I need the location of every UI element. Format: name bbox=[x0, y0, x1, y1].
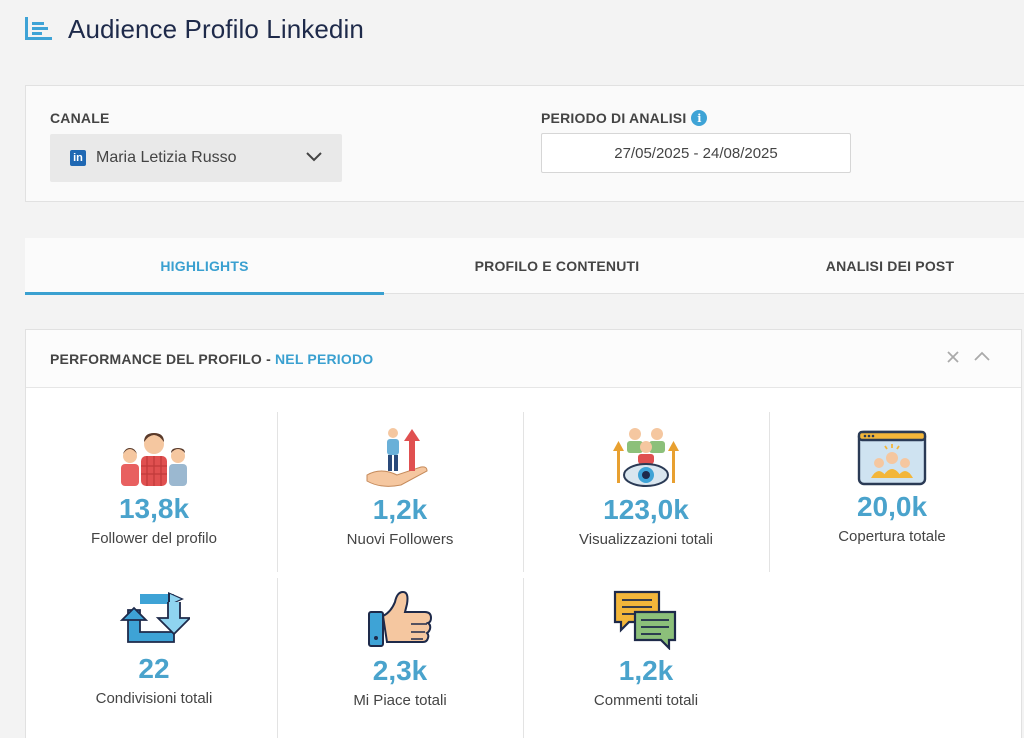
kpi-value: 1,2k bbox=[618, 655, 674, 686]
channel-label: CANALE bbox=[50, 110, 110, 126]
kpi-followers: 13,8k Follower del profilo bbox=[31, 430, 277, 547]
chevron-down-icon bbox=[306, 152, 322, 162]
kpi-label: Mi Piace totali bbox=[353, 692, 447, 709]
kpi-reach: 20,0k Copertura totale bbox=[769, 430, 1015, 545]
panel-header: PERFORMANCE DEL PROFILO - NEL PERIODO bbox=[26, 330, 1021, 388]
channel-select-value: Maria Letizia Russo bbox=[96, 149, 237, 166]
people-group-icon bbox=[121, 433, 187, 486]
kpi-value: 123,0k bbox=[603, 494, 689, 525]
period-label: PERIODO DI ANALISI bbox=[541, 110, 687, 126]
kpi-label: Commenti totali bbox=[593, 692, 699, 709]
kpi-views: 123,0k Visualizzazioni totali bbox=[523, 425, 769, 548]
page-title: Audience Profilo Linkedin bbox=[68, 13, 364, 44]
growth-hand-icon bbox=[366, 428, 428, 487]
kpi-value: 2,3k bbox=[372, 655, 428, 686]
close-icon[interactable] bbox=[945, 349, 961, 365]
page-header: Audience Profilo Linkedin bbox=[24, 14, 364, 44]
kpi-label: Copertura totale bbox=[838, 528, 946, 545]
info-icon[interactable]: i bbox=[691, 110, 708, 126]
kpi-label: Follower del profilo bbox=[91, 530, 217, 547]
kpi-label: Condivisioni totali bbox=[95, 690, 213, 707]
tab-analisi-dei-post[interactable]: ANALISI DEI POST bbox=[730, 238, 1024, 294]
kpi-value: 22 bbox=[138, 653, 170, 684]
date-range-input[interactable]: 27/05/2025 - 24/08/2025 bbox=[541, 133, 851, 173]
comments-icon bbox=[613, 590, 677, 650]
kpi-value: 1,2k bbox=[372, 494, 428, 525]
kpi-value: 20,0k bbox=[856, 491, 928, 522]
share-arrows-icon bbox=[119, 592, 190, 643]
linkedin-icon: in bbox=[70, 150, 86, 166]
tab-profilo-e-contenuti[interactable]: PROFILO E CONTENUTI bbox=[384, 238, 730, 294]
eye-views-icon bbox=[613, 428, 679, 487]
tabs-bar: HIGHLIGHTS PROFILO E CONTENUTI ANALISI D… bbox=[25, 238, 1024, 295]
filters-bar: CANALE PERIODO DI ANALISI i in Maria Let… bbox=[25, 85, 1024, 202]
thumbs-up-icon bbox=[368, 590, 433, 647]
panel-subtitle: NEL PERIODO bbox=[274, 350, 374, 367]
kpi-label: Visualizzazioni totali bbox=[579, 531, 713, 548]
panel-title: PERFORMANCE DEL PROFILO - bbox=[50, 350, 271, 367]
audience-reach-icon bbox=[857, 430, 927, 486]
kpi-label: Nuovi Followers bbox=[346, 531, 454, 548]
tab-highlights[interactable]: HIGHLIGHTS bbox=[25, 238, 384, 295]
period-label-wrap: PERIODO DI ANALISI i bbox=[541, 110, 708, 126]
kpi-comments: 1,2k Commenti totali bbox=[523, 588, 769, 709]
channel-select[interactable]: in Maria Letizia Russo bbox=[50, 134, 342, 182]
performance-panel: PERFORMANCE DEL PROFILO - NEL PERIODO 13… bbox=[25, 329, 1022, 738]
kpi-shares: 22 Condivisioni totali bbox=[31, 588, 277, 707]
kpi-value: 13,8k bbox=[118, 493, 190, 524]
bar-chart-list-icon bbox=[25, 17, 52, 40]
chevron-up-icon[interactable] bbox=[973, 350, 991, 362]
kpi-likes: 2,3k Mi Piace totali bbox=[277, 588, 523, 709]
kpi-new-followers: 1,2k Nuovi Followers bbox=[277, 425, 523, 548]
